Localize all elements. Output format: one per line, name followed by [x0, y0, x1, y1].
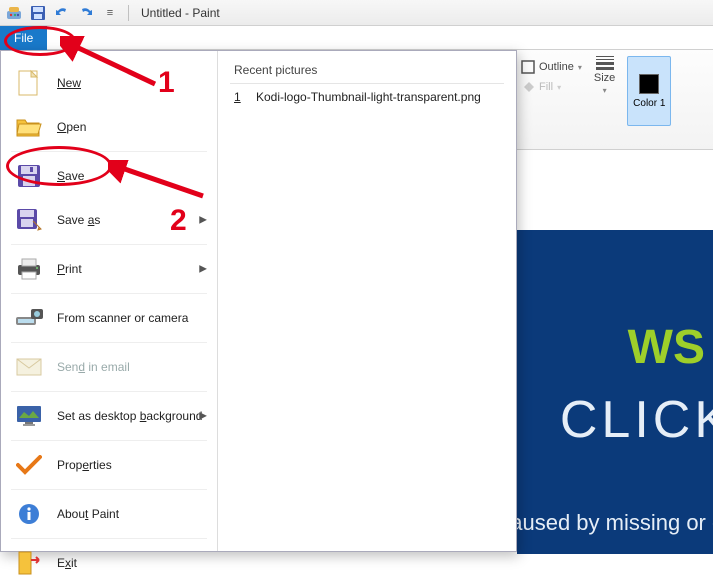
- banner-ws-text: WS: [628, 320, 705, 375]
- color1-button[interactable]: Color 1: [627, 56, 671, 126]
- menu-exit[interactable]: Exit: [1, 541, 217, 585]
- new-file-icon: [15, 69, 43, 97]
- save-icon[interactable]: [28, 3, 48, 23]
- ribbon-tabs: File: [0, 26, 713, 50]
- undo-icon[interactable]: [52, 3, 72, 23]
- menu-new[interactable]: New: [1, 61, 217, 105]
- outline-label: Outline: [539, 61, 574, 73]
- menu-scanner[interactable]: From scanner or camera: [1, 296, 217, 340]
- file-tab[interactable]: File: [0, 26, 47, 50]
- fill-icon: [521, 80, 535, 94]
- file-menu-right: Recent pictures 1 Kodi-logo-Thumbnail-li…: [218, 51, 516, 551]
- envelope-icon: [15, 353, 43, 381]
- divider: [128, 5, 129, 21]
- scanner-camera-icon: [15, 304, 43, 332]
- fill-button[interactable]: Fill ▾: [521, 80, 582, 94]
- title-bar: ≡ Untitled - Paint: [0, 0, 713, 26]
- size-label: Size: [594, 72, 615, 84]
- info-icon: [15, 500, 43, 528]
- menu-open[interactable]: Open: [1, 105, 217, 149]
- color1-swatch: [639, 74, 659, 94]
- menu-about-label: About Paint: [57, 507, 119, 521]
- desktop-background-icon: [15, 402, 43, 430]
- banner-missing-text: aused by missing or c: [517, 510, 713, 536]
- menu-send-label: Send in email: [57, 360, 130, 374]
- size-icon: [596, 56, 614, 70]
- menu-print[interactable]: Print ▶: [1, 247, 217, 291]
- menu-properties[interactable]: Properties: [1, 443, 217, 487]
- background-banner: WS CLICK aused by missing or c: [517, 230, 713, 554]
- banner-click-text: CLICK: [560, 390, 713, 450]
- save-floppy-icon: [15, 162, 43, 190]
- chevron-right-icon: ▶: [199, 264, 207, 275]
- recent-pictures-header: Recent pictures: [230, 59, 504, 84]
- recent-item-index: 1: [234, 90, 246, 104]
- menu-scanner-label: From scanner or camera: [57, 311, 188, 325]
- canvas-whitespace: [517, 150, 713, 230]
- menu-open-label: Open: [57, 120, 86, 134]
- chevron-right-icon: ▶: [199, 411, 207, 422]
- menu-about[interactable]: About Paint: [1, 492, 217, 536]
- menu-send-email[interactable]: Send in email: [1, 345, 217, 389]
- recent-item-name: Kodi-logo-Thumbnail-light-transparent.pn…: [256, 90, 481, 104]
- window-title: Untitled - Paint: [141, 6, 220, 20]
- save-as-icon: [15, 206, 43, 234]
- size-group[interactable]: Size ▾: [594, 56, 615, 95]
- file-menu: New Open Save Save as ▶: [0, 50, 517, 552]
- menu-print-label: Print: [57, 262, 82, 276]
- quick-access-toolbar: ≡: [4, 3, 120, 23]
- color1-label: Color 1: [633, 98, 665, 109]
- menu-save[interactable]: Save: [1, 154, 217, 198]
- ribbon-panel-right: Outline ▾ Fill ▾ Size ▾ Color 1: [517, 50, 713, 150]
- menu-save-as[interactable]: Save as ▶: [1, 198, 217, 242]
- app-icon[interactable]: [4, 3, 24, 23]
- printer-icon: [15, 255, 43, 283]
- menu-save-label: Save: [57, 169, 84, 183]
- open-folder-icon: [15, 113, 43, 141]
- file-menu-left: New Open Save Save as ▶: [1, 51, 218, 551]
- outline-icon: [521, 60, 535, 74]
- menu-save-as-label: Save as: [57, 213, 100, 227]
- menu-new-label: New: [57, 76, 81, 90]
- outline-button[interactable]: Outline ▾: [521, 60, 582, 74]
- menu-exit-label: Exit: [57, 556, 77, 570]
- qat-customize-icon[interactable]: ≡: [100, 3, 120, 23]
- recent-item[interactable]: 1 Kodi-logo-Thumbnail-light-transparent.…: [230, 84, 504, 110]
- redo-icon[interactable]: [76, 3, 96, 23]
- checkmark-icon: [15, 451, 43, 479]
- menu-properties-label: Properties: [57, 458, 112, 472]
- chevron-right-icon: ▶: [199, 215, 207, 226]
- menu-desktop-label: Set as desktop background: [57, 409, 202, 423]
- menu-desktop-background[interactable]: Set as desktop background ▶: [1, 394, 217, 438]
- fill-label: Fill: [539, 81, 553, 93]
- exit-door-icon: [15, 549, 43, 577]
